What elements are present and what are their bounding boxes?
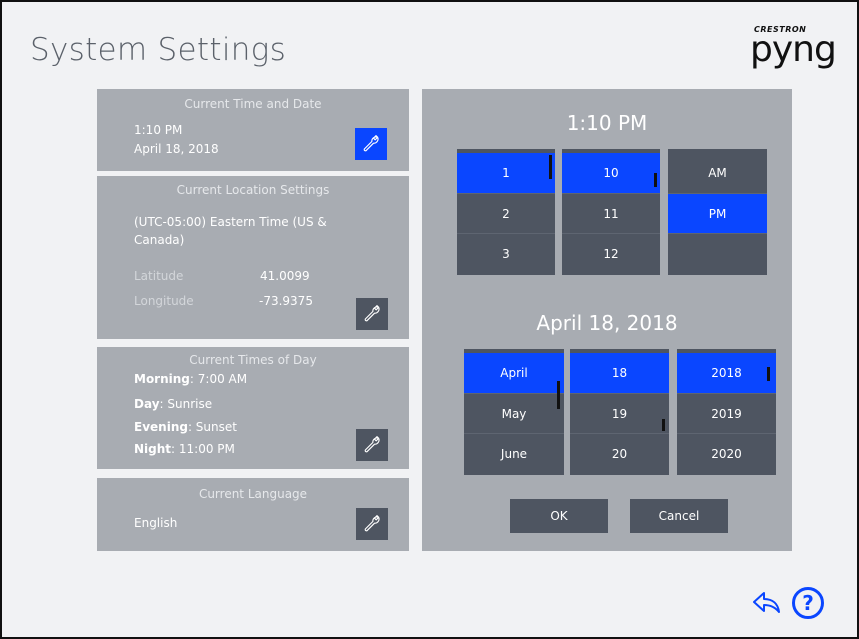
month-option[interactable]: April xyxy=(464,353,564,393)
hour-option[interactable]: 2 xyxy=(457,193,555,233)
minute-option[interactable]: 10 xyxy=(562,153,660,193)
ok-button[interactable]: OK xyxy=(510,499,608,533)
wrench-icon xyxy=(364,305,380,322)
night-row: Night: 11:00 PM xyxy=(134,442,235,456)
date-time-picker-panel: 1:10 PM 1 2 3 10 11 12 AM PM April 18, 2… xyxy=(422,89,792,551)
day-scrollbar[interactable] xyxy=(662,419,665,431)
year-scrollbar[interactable] xyxy=(767,367,770,381)
day-label: Day xyxy=(134,397,160,411)
ampm-column[interactable]: AM PM xyxy=(668,149,767,275)
day-column[interactable]: 18 19 20 xyxy=(570,349,669,475)
current-date: April 18, 2018 xyxy=(134,142,219,156)
day-option[interactable]: 20 xyxy=(570,433,669,473)
latitude-label: Latitude xyxy=(134,269,184,283)
ampm-option[interactable] xyxy=(668,233,767,273)
day-row: Day: Sunrise xyxy=(134,397,212,411)
current-time: 1:10 PM xyxy=(134,123,183,137)
edit-time-date-button[interactable] xyxy=(355,128,387,160)
hour-column[interactable]: 1 2 3 xyxy=(457,149,555,275)
ampm-option[interactable]: AM xyxy=(668,153,767,193)
night-value: : 11:00 PM xyxy=(171,442,235,456)
times-of-day-title: Current Times of Day xyxy=(189,353,317,367)
language-panel: Current Language English xyxy=(97,478,409,551)
time-heading: 1:10 PM xyxy=(566,111,648,135)
logo-word: pyng xyxy=(750,29,837,70)
day-option[interactable]: 18 xyxy=(570,353,669,393)
hour-option[interactable]: 3 xyxy=(457,233,555,273)
ampm-option[interactable]: PM xyxy=(668,193,767,233)
month-option[interactable]: May xyxy=(464,393,564,433)
morning-value: : 7:00 AM xyxy=(189,372,248,386)
evening-row: Evening: Sunset xyxy=(134,420,237,434)
minute-column[interactable]: 10 11 12 xyxy=(562,149,660,275)
year-option[interactable]: 2018 xyxy=(677,353,776,393)
date-heading: April 18, 2018 xyxy=(536,311,678,335)
year-option[interactable]: 2019 xyxy=(677,393,776,433)
location-panel: Current Location Settings (UTC-05:00) Ea… xyxy=(97,176,409,339)
help-button[interactable]: ? xyxy=(792,587,824,619)
edit-language-button[interactable] xyxy=(356,508,388,540)
system-settings-screen: System Settings CRESTRON pyng Current Ti… xyxy=(0,0,859,639)
minute-option[interactable]: 12 xyxy=(562,233,660,273)
wrench-icon xyxy=(364,515,380,532)
edit-times-of-day-button[interactable] xyxy=(356,429,388,461)
day-option[interactable]: 19 xyxy=(570,393,669,433)
year-option[interactable]: 2020 xyxy=(677,433,776,473)
back-button[interactable] xyxy=(752,590,782,616)
morning-label: Morning xyxy=(134,372,190,386)
page-title: System Settings xyxy=(30,32,287,68)
location-title: Current Location Settings xyxy=(176,183,330,197)
language-title: Current Language xyxy=(198,487,308,501)
minute-scrollbar[interactable] xyxy=(654,173,657,187)
day-value: : Sunrise xyxy=(159,397,213,411)
wrench-icon xyxy=(364,436,380,453)
longitude-label: Longitude xyxy=(134,294,194,308)
night-label: Night xyxy=(134,442,172,456)
time-date-title: Current Time and Date xyxy=(184,97,322,111)
longitude-value: -73.9375 xyxy=(259,294,313,308)
latitude-value: 41.0099 xyxy=(260,269,310,283)
month-column[interactable]: April May June xyxy=(464,349,564,475)
time-date-panel: Current Time and Date 1:10 PM April 18, … xyxy=(97,89,409,171)
wrench-icon xyxy=(363,135,379,152)
hour-scrollbar[interactable] xyxy=(549,155,552,179)
cancel-button[interactable]: Cancel xyxy=(630,499,728,533)
language-value: English xyxy=(134,516,178,530)
morning-row: Morning: 7:00 AM xyxy=(134,372,247,386)
year-column[interactable]: 2018 2019 2020 xyxy=(677,349,776,475)
month-scrollbar[interactable] xyxy=(557,381,560,409)
evening-value: : Sunset xyxy=(187,420,237,434)
evening-label: Evening xyxy=(134,420,188,434)
help-icon: ? xyxy=(802,591,814,615)
minute-option[interactable]: 11 xyxy=(562,193,660,233)
crestron-pyng-logo: CRESTRON pyng xyxy=(748,24,843,72)
times-of-day-panel: Current Times of Day Morning: 7:00 AM Da… xyxy=(97,347,409,469)
back-arrow-icon xyxy=(753,592,780,613)
hour-option[interactable]: 1 xyxy=(457,153,555,193)
timezone-value: (UTC-05:00) Eastern Time (US & Canada) xyxy=(134,215,327,247)
month-option[interactable]: June xyxy=(464,433,564,473)
edit-location-button[interactable] xyxy=(356,298,388,330)
